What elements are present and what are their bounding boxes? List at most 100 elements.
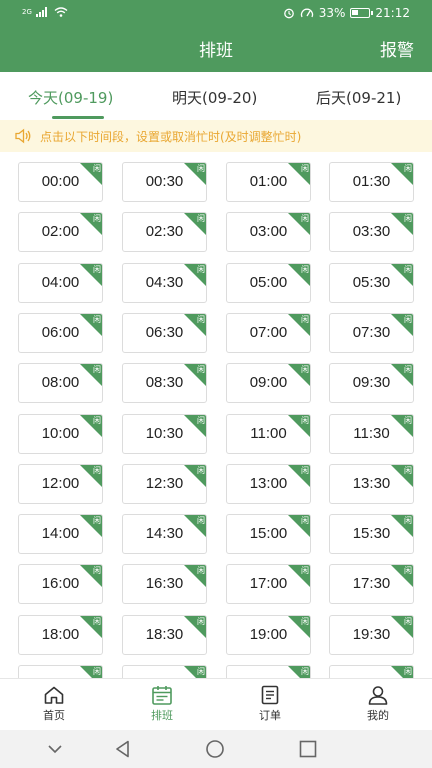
tab-tomorrow[interactable]: 明天(09-20) bbox=[172, 87, 257, 108]
time-slot[interactable]: 04:30 闲 bbox=[122, 262, 207, 303]
free-badge-label: 闲 bbox=[404, 365, 412, 375]
time-slot[interactable]: 05:00 闲 bbox=[226, 262, 311, 303]
time-slot[interactable]: 01:00 闲 bbox=[226, 162, 311, 202]
time-slot[interactable]: 05:30 闲 bbox=[329, 262, 414, 303]
time-slot[interactable]: 19:00 闲 bbox=[226, 614, 311, 655]
free-badge-label: 闲 bbox=[301, 516, 309, 526]
user-icon bbox=[368, 686, 388, 705]
time-slot[interactable]: 19:30 闲 bbox=[329, 614, 414, 655]
time-slot[interactable]: 06:30 闲 bbox=[122, 312, 207, 353]
time-slot[interactable]: 闲 bbox=[122, 665, 207, 678]
time-slot[interactable]: 17:30 闲 bbox=[329, 564, 414, 605]
time-slot[interactable]: 09:00 闲 bbox=[226, 363, 311, 404]
order-list-icon bbox=[261, 685, 279, 705]
time-slot[interactable]: 14:00 闲 bbox=[18, 514, 103, 555]
time-slot[interactable]: 13:00 闲 bbox=[226, 463, 311, 504]
time-slot[interactable]: 08:30 闲 bbox=[122, 363, 207, 404]
time-slot[interactable]: 09:30 闲 bbox=[329, 363, 414, 404]
free-badge-label: 闲 bbox=[93, 616, 101, 626]
back-triangle-icon[interactable] bbox=[113, 739, 133, 759]
time-slot[interactable]: 12:00 闲 bbox=[18, 463, 103, 504]
active-tab-indicator bbox=[52, 116, 104, 119]
free-badge-label: 闲 bbox=[404, 314, 412, 324]
free-badge-label: 闲 bbox=[197, 365, 205, 375]
time-slot[interactable]: 闲 bbox=[329, 665, 414, 678]
nav-home[interactable]: 首页 bbox=[19, 685, 89, 723]
signal-icon bbox=[35, 7, 47, 17]
time-slot[interactable]: 00:00 闲 bbox=[18, 162, 103, 202]
status-right: 33% 21:12 bbox=[283, 6, 410, 20]
time-slot[interactable]: 17:00 闲 bbox=[226, 564, 311, 605]
page-title: 排班 bbox=[199, 41, 233, 61]
free-badge-label: 闲 bbox=[301, 415, 309, 425]
speaker-icon bbox=[15, 128, 31, 144]
time-slot[interactable]: 11:30 闲 bbox=[329, 413, 414, 454]
time-slot[interactable]: 06:00 闲 bbox=[18, 312, 103, 353]
time-slot[interactable]: 18:00 闲 bbox=[18, 614, 103, 655]
free-badge-label: 闲 bbox=[404, 415, 412, 425]
free-badge-label: 闲 bbox=[301, 365, 309, 375]
free-badge-label: 闲 bbox=[197, 616, 205, 626]
wifi-icon bbox=[54, 7, 68, 17]
battery-icon bbox=[350, 8, 374, 18]
free-badge-label: 闲 bbox=[404, 566, 412, 576]
network-type: 2G bbox=[22, 8, 32, 16]
free-badge-label: 闲 bbox=[197, 667, 205, 676]
free-badge-label: 闲 bbox=[93, 314, 101, 324]
time-slot[interactable]: 07:00 闲 bbox=[226, 312, 311, 353]
time-slot[interactable]: 15:00 闲 bbox=[226, 514, 311, 555]
time-slot[interactable]: 18:30 闲 bbox=[122, 614, 207, 655]
time-slot[interactable]: 00:30 闲 bbox=[122, 162, 207, 202]
system-nav-bar bbox=[0, 730, 432, 768]
free-badge-label: 闲 bbox=[404, 667, 412, 676]
chevron-down-icon[interactable] bbox=[45, 739, 65, 759]
free-badge-label: 闲 bbox=[404, 164, 412, 173]
time-slot[interactable]: 13:30 闲 bbox=[329, 463, 414, 504]
free-badge-label: 闲 bbox=[404, 214, 412, 224]
free-badge-label: 闲 bbox=[197, 415, 205, 425]
time-slot[interactable]: 12:30 闲 bbox=[122, 463, 207, 504]
time-slot[interactable]: 16:00 闲 bbox=[18, 564, 103, 605]
time-slot[interactable]: 16:30 闲 bbox=[122, 564, 207, 605]
time-slot[interactable]: 10:30 闲 bbox=[122, 413, 207, 454]
free-badge-label: 闲 bbox=[301, 164, 309, 173]
time-slot[interactable]: 15:30 闲 bbox=[329, 514, 414, 555]
battery-percent: 33% bbox=[318, 6, 346, 20]
time-slot[interactable]: 闲 bbox=[18, 665, 103, 678]
nav-orders-label: 订单 bbox=[259, 709, 281, 722]
time-slot-grid: 00:00 闲 00:30 闲 01:00 闲 01:30 闲 02:00 闲 02:30 闲 03:0… bbox=[0, 152, 432, 678]
time-slot[interactable]: 11:00 闲 bbox=[226, 413, 311, 454]
free-badge-label: 闲 bbox=[197, 516, 205, 526]
time-slot[interactable]: 03:00 闲 bbox=[226, 212, 311, 253]
time-slot[interactable]: 02:30 闲 bbox=[122, 212, 207, 253]
free-badge-label: 闲 bbox=[93, 214, 101, 224]
time-slot[interactable]: 02:00 闲 bbox=[18, 212, 103, 253]
free-badge-label: 闲 bbox=[301, 667, 309, 676]
nav-profile[interactable]: 我的 bbox=[343, 685, 413, 723]
alarm-clock-icon bbox=[283, 8, 294, 19]
time-slot[interactable]: 08:00 闲 bbox=[18, 363, 103, 404]
date-tabs: 今天(09-19) 明天(09-20) 后天(09-21) bbox=[0, 72, 432, 120]
free-badge-label: 闲 bbox=[301, 214, 309, 224]
time-slot[interactable]: 14:30 闲 bbox=[122, 514, 207, 555]
home-circle-icon[interactable] bbox=[205, 739, 225, 759]
alarm-button[interactable]: 报警 bbox=[380, 36, 414, 61]
free-badge-label: 闲 bbox=[197, 314, 205, 324]
time-slot[interactable]: 07:30 闲 bbox=[329, 312, 414, 353]
signal-indicators: 2G bbox=[22, 7, 68, 17]
nav-schedule[interactable]: 排班 bbox=[127, 685, 197, 723]
time-slot[interactable]: 03:30 闲 bbox=[329, 212, 414, 253]
free-badge-label: 闲 bbox=[301, 264, 309, 274]
time-slot[interactable]: 10:00 闲 bbox=[18, 413, 103, 454]
tab-today[interactable]: 今天(09-19) bbox=[28, 87, 113, 108]
nav-orders[interactable]: 订单 bbox=[235, 685, 305, 723]
nav-schedule-label: 排班 bbox=[151, 709, 173, 722]
recents-square-icon[interactable] bbox=[298, 739, 318, 759]
time-slot[interactable]: 闲 bbox=[226, 665, 311, 678]
tab-day-after[interactable]: 后天(09-21) bbox=[316, 87, 401, 108]
time-slot[interactable]: 01:30 闲 bbox=[329, 162, 414, 202]
status-bar: 2G 33% 21:12 bbox=[0, 0, 432, 28]
time-slot[interactable]: 04:00 闲 bbox=[18, 262, 103, 303]
free-badge-label: 闲 bbox=[93, 516, 101, 526]
free-badge-label: 闲 bbox=[93, 164, 101, 173]
